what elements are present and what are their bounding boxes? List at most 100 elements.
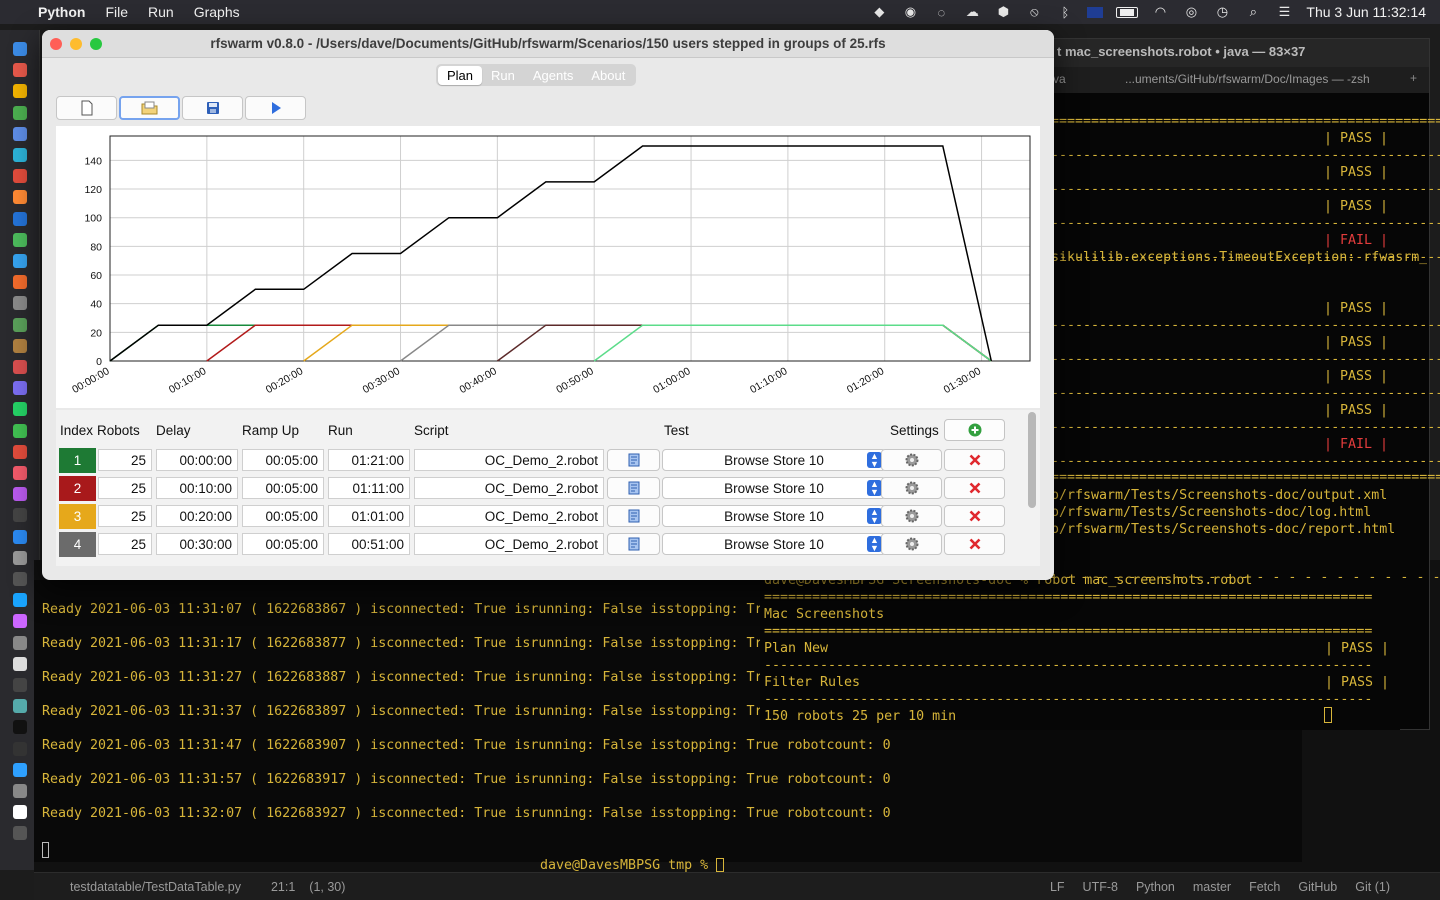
run-scenario-button[interactable]	[245, 96, 306, 120]
dock-app-icon[interactable]	[13, 381, 27, 396]
dock-app-icon[interactable]	[13, 699, 27, 714]
dock-app-icon[interactable]	[13, 105, 27, 120]
run-input[interactable]: 00:51:00	[328, 533, 410, 555]
menubar-clock[interactable]: Thu 3 Jun 11:32:14	[1306, 4, 1426, 20]
dock-app-icon[interactable]	[13, 169, 27, 184]
tab-about[interactable]: About	[582, 66, 634, 85]
rampup-input[interactable]: 00:05:00	[242, 449, 324, 471]
new-scenario-button[interactable]	[56, 96, 117, 120]
dock-app-icon[interactable]	[13, 402, 27, 417]
test-select[interactable]: Browse Store 10 ▲ ▼	[662, 533, 886, 555]
dock-app-icon[interactable]	[13, 423, 27, 438]
mute-icon[interactable]: ⦸	[1025, 4, 1043, 19]
time-machine-icon[interactable]: ◷	[1213, 4, 1231, 19]
test-select[interactable]: Browse Store 10 ▲ ▼	[662, 477, 886, 499]
status-branch[interactable]: master	[1193, 880, 1231, 894]
close-window-button[interactable]	[50, 38, 62, 50]
status-git[interactable]: Git (1)	[1355, 880, 1390, 894]
menu-graphs[interactable]: Graphs	[194, 4, 240, 20]
select-script-button[interactable]	[607, 477, 660, 499]
status-selection[interactable]: (1, 30)	[309, 880, 345, 894]
settings-button[interactable]	[881, 449, 942, 471]
flag-icon[interactable]	[1087, 6, 1104, 18]
dock-app-icon[interactable]	[13, 784, 27, 798]
dock-app-icon[interactable]	[13, 720, 27, 735]
status-grammar[interactable]: Python	[1136, 880, 1175, 894]
select-script-button[interactable]	[607, 533, 660, 555]
dock-app-icon[interactable]	[13, 508, 27, 523]
vpn-icon[interactable]: ⬢	[994, 4, 1012, 19]
delete-row-button[interactable]	[944, 477, 1005, 499]
robots-input[interactable]: 25	[98, 477, 152, 499]
select-script-button[interactable]	[607, 505, 660, 527]
tab-agents[interactable]: Agents	[524, 66, 582, 85]
dock-app-icon[interactable]	[13, 211, 27, 226]
dock-app-icon[interactable]	[13, 593, 27, 608]
dock-app-icon[interactable]	[13, 656, 27, 671]
dock-app-icon[interactable]	[13, 338, 27, 353]
run-input[interactable]: 01:01:00	[328, 505, 410, 527]
dock-app-icon[interactable]	[13, 635, 27, 650]
tab-plan[interactable]: Plan	[438, 65, 483, 85]
menu-file[interactable]: File	[105, 4, 128, 20]
delay-input[interactable]: 00:10:00	[156, 477, 238, 499]
status-github[interactable]: GitHub	[1298, 880, 1337, 894]
test-select[interactable]: Browse Store 10 ▲ ▼	[662, 505, 886, 527]
rampup-input[interactable]: 00:05:00	[242, 477, 324, 499]
dock-app-icon[interactable]	[13, 84, 27, 99]
new-tab-button[interactable]: +	[1410, 71, 1417, 85]
mic-icon[interactable]: ◉	[901, 4, 919, 19]
plan-scrollbar[interactable]	[1028, 412, 1036, 508]
select-script-button[interactable]	[607, 449, 660, 471]
status-position[interactable]: 21:1	[271, 880, 295, 894]
dock-app-icon[interactable]	[13, 148, 27, 162]
status-encoding[interactable]: UTF-8	[1083, 880, 1118, 894]
delay-input[interactable]: 00:30:00	[156, 533, 238, 555]
cloud-upload-icon[interactable]: ☁	[963, 4, 981, 19]
search-icon[interactable]: ⌕	[1244, 4, 1262, 19]
dock-app-icon[interactable]	[13, 550, 27, 565]
dock-app-icon[interactable]	[13, 254, 27, 268]
delete-row-button[interactable]	[944, 505, 1005, 527]
rampup-input[interactable]: 00:05:00	[242, 533, 324, 555]
script-input[interactable]: OC_Demo_2.robot	[414, 533, 604, 555]
save-scenario-button[interactable]	[182, 96, 243, 120]
dock-app-icon[interactable]	[13, 762, 27, 777]
dock-app-icon[interactable]	[13, 296, 27, 311]
settings-button[interactable]	[881, 477, 942, 499]
script-input[interactable]: OC_Demo_2.robot	[414, 477, 604, 499]
add-group-button[interactable]	[944, 419, 1005, 441]
dock-app-icon[interactable]	[13, 678, 27, 692]
script-input[interactable]: OC_Demo_2.robot	[414, 449, 604, 471]
settings-button[interactable]	[881, 505, 942, 527]
battery-icon[interactable]	[1116, 6, 1139, 18]
dock-app-icon[interactable]	[13, 126, 27, 141]
delay-input[interactable]: 00:20:00	[156, 505, 238, 527]
delay-input[interactable]: 00:00:00	[156, 449, 238, 471]
script-input[interactable]: OC_Demo_2.robot	[414, 505, 604, 527]
run-input[interactable]: 01:11:00	[328, 477, 410, 499]
dock-app-icon[interactable]	[13, 360, 27, 374]
maximize-window-button[interactable]	[90, 38, 102, 50]
dock-app-icon[interactable]	[13, 529, 27, 544]
user-icon[interactable]: ◎	[1182, 4, 1200, 19]
status-line-ending[interactable]: LF	[1050, 880, 1065, 894]
bluetooth-icon[interactable]: ᛒ	[1056, 5, 1074, 20]
control-center-icon[interactable]: ☰	[1275, 4, 1293, 19]
status-fetch[interactable]: Fetch	[1249, 880, 1280, 894]
delete-row-button[interactable]	[944, 449, 1005, 471]
dock-app-icon[interactable]	[13, 741, 27, 756]
test-select[interactable]: Browse Store 10 ▲ ▼	[662, 449, 886, 471]
app-menu[interactable]: Python	[38, 4, 85, 20]
dock-app-icon[interactable]	[13, 572, 27, 586]
robots-input[interactable]: 25	[98, 449, 152, 471]
terminal-tab-left[interactable]: va	[1053, 72, 1066, 86]
dock-app-icon[interactable]	[13, 42, 27, 56]
open-scenario-button[interactable]	[119, 96, 180, 120]
dock-app-icon[interactable]	[13, 190, 27, 205]
delete-row-button[interactable]	[944, 533, 1005, 555]
wifi-icon[interactable]: ◠	[1151, 4, 1169, 19]
rampup-input[interactable]: 00:05:00	[242, 505, 324, 527]
dock-app-icon[interactable]	[13, 614, 27, 629]
dock-app-icon[interactable]	[13, 805, 27, 820]
